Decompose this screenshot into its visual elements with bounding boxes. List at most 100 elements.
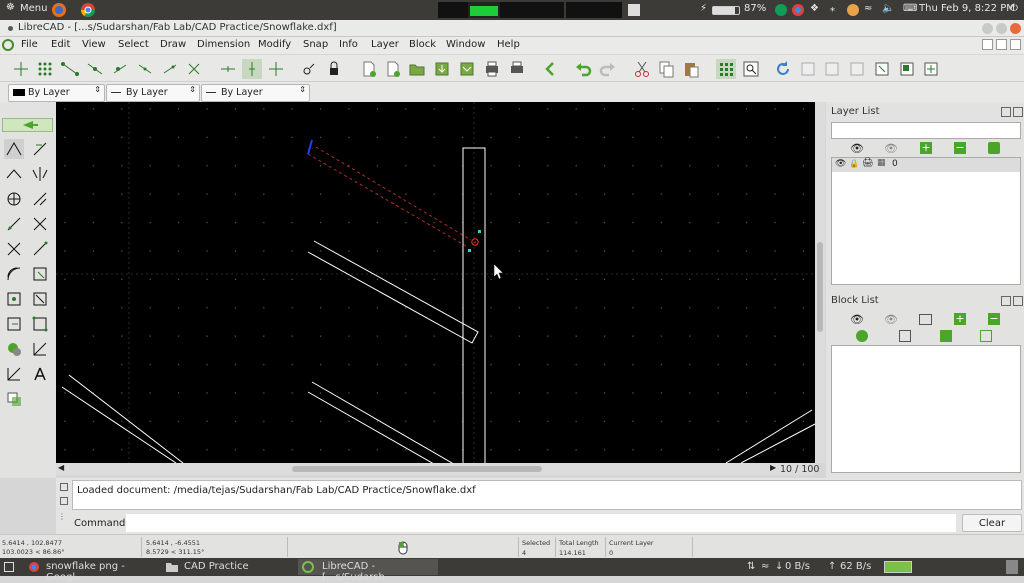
menu-help[interactable]: Help bbox=[497, 39, 520, 50]
paste-icon[interactable] bbox=[681, 59, 701, 79]
float-console-button[interactable] bbox=[60, 497, 68, 505]
snap-on-entity-icon[interactable] bbox=[85, 59, 105, 79]
menu-layer[interactable]: Layer bbox=[371, 39, 399, 50]
zoom-auto-icon[interactable] bbox=[847, 59, 867, 79]
set-relative-zero-icon[interactable] bbox=[299, 59, 319, 79]
drawing-svg[interactable] bbox=[56, 102, 815, 463]
offset-tool-icon[interactable] bbox=[4, 264, 24, 284]
menu-select[interactable]: Select bbox=[118, 39, 149, 50]
new-from-template-icon[interactable] bbox=[383, 59, 403, 79]
canvas-vertical-scrollbar[interactable] bbox=[815, 102, 825, 463]
menu-info[interactable]: Info bbox=[339, 39, 358, 50]
mdi-restore-button[interactable] bbox=[996, 39, 1007, 50]
menu-draw[interactable]: Draw bbox=[160, 39, 186, 50]
window-menu-dot-icon[interactable] bbox=[8, 26, 13, 31]
save-block-icon[interactable] bbox=[940, 330, 952, 342]
zoom-previous-icon[interactable] bbox=[872, 59, 892, 79]
menu-modify[interactable]: Modify bbox=[258, 39, 291, 50]
system-menu-label[interactable]: Menu bbox=[20, 3, 47, 14]
lock-relative-zero-icon[interactable] bbox=[324, 59, 344, 79]
close-console-button[interactable] bbox=[60, 483, 68, 491]
stretch-tool-icon[interactable] bbox=[30, 264, 50, 284]
menu-window[interactable]: Window bbox=[446, 39, 485, 50]
scroll-right-icon[interactable]: ▶ bbox=[770, 463, 776, 472]
wifi-icon[interactable]: ≈ bbox=[864, 3, 872, 14]
horizontal-scroll-thumb[interactable] bbox=[292, 466, 542, 472]
show-all-blocks-icon[interactable]: 👁 bbox=[850, 313, 864, 326]
zoom-pan-icon[interactable] bbox=[921, 59, 941, 79]
menu-block[interactable]: Block bbox=[409, 39, 436, 50]
tray-app-icon[interactable] bbox=[628, 4, 640, 16]
image-tool-icon[interactable] bbox=[4, 389, 24, 409]
menu-snap[interactable]: Snap bbox=[303, 39, 328, 50]
remove-block-icon[interactable]: − bbox=[988, 313, 1000, 325]
menu-file[interactable]: File bbox=[21, 39, 38, 50]
bevel-tool-icon[interactable] bbox=[4, 239, 24, 259]
task-folder-window[interactable]: CAD Practice bbox=[164, 559, 296, 575]
hide-all-layers-icon[interactable]: 👁 bbox=[884, 142, 898, 155]
edit-block-icon[interactable] bbox=[899, 330, 911, 342]
close-window-button[interactable] bbox=[1010, 23, 1021, 34]
trim-tool-icon[interactable] bbox=[4, 214, 24, 234]
move-tool-icon[interactable] bbox=[4, 189, 24, 209]
close-dock-button[interactable] bbox=[1013, 296, 1023, 306]
pen-linetype-select[interactable]: By Layer ⇕ bbox=[201, 84, 310, 102]
zoom-out-icon[interactable] bbox=[822, 59, 842, 79]
menu-dimension[interactable]: Dimension bbox=[197, 39, 250, 50]
power-icon[interactable]: ⏻ bbox=[1010, 3, 1018, 14]
dropbox-icon[interactable]: ❖ bbox=[810, 3, 819, 14]
edit-layer-icon[interactable] bbox=[988, 142, 1000, 154]
back-chevron-icon[interactable] bbox=[540, 59, 560, 79]
polyline-tool-icon[interactable] bbox=[30, 339, 50, 359]
layer-visible-icon[interactable]: 👁 bbox=[835, 159, 846, 169]
redo-icon[interactable] bbox=[598, 59, 618, 79]
rectangle-tool-icon[interactable] bbox=[4, 289, 24, 309]
print-preview-icon[interactable] bbox=[507, 59, 527, 79]
toggle-grid-icon[interactable] bbox=[716, 59, 736, 79]
mirror-tool-icon[interactable] bbox=[30, 164, 50, 184]
vertical-scroll-thumb[interactable] bbox=[817, 242, 823, 332]
snap-middle-icon[interactable] bbox=[135, 59, 155, 79]
mdi-close-button[interactable] bbox=[1010, 39, 1021, 50]
layer-lock-icon[interactable]: 🔒 bbox=[849, 159, 859, 168]
menu-view[interactable]: View bbox=[82, 39, 106, 50]
snap-intersection-icon[interactable] bbox=[184, 59, 204, 79]
remove-layer-icon[interactable]: − bbox=[954, 142, 966, 154]
new-document-icon[interactable] bbox=[359, 59, 379, 79]
drawing-canvas[interactable] bbox=[56, 102, 815, 463]
copy-icon[interactable] bbox=[656, 59, 676, 79]
open-folder-icon[interactable] bbox=[407, 59, 427, 79]
snap-center-icon[interactable] bbox=[110, 59, 130, 79]
window-titlebar[interactable]: LibreCAD - [...s/Sudarshan/Fab Lab/CAD P… bbox=[0, 20, 1024, 37]
arc-tool-icon[interactable] bbox=[30, 139, 50, 159]
pen-width-select[interactable]: By Layer ⇕ bbox=[106, 84, 200, 102]
menu-icon[interactable]: ☸ bbox=[6, 2, 15, 13]
snap-distance-icon[interactable] bbox=[160, 59, 180, 79]
layer-row[interactable]: 👁 🔒 🖨 ▦ 0 bbox=[832, 158, 1020, 172]
grip-point[interactable] bbox=[478, 230, 481, 233]
create-block-icon[interactable] bbox=[919, 314, 932, 325]
snap-endpoint-icon[interactable] bbox=[60, 59, 80, 79]
zoom-in-icon[interactable] bbox=[798, 59, 818, 79]
block-list[interactable] bbox=[831, 345, 1021, 473]
save-as-icon[interactable] bbox=[457, 59, 477, 79]
hide-all-blocks-icon[interactable]: 👁 bbox=[884, 313, 898, 326]
close-dock-button[interactable] bbox=[1013, 107, 1023, 117]
user-status-icon[interactable] bbox=[846, 3, 860, 17]
task-librecad-window[interactable]: LibreCAD - [...s/Sudarsh... bbox=[298, 559, 438, 583]
layer-filter-input[interactable] bbox=[831, 122, 1021, 139]
float-dock-button[interactable] bbox=[1001, 296, 1011, 306]
extend-tool-icon[interactable] bbox=[30, 239, 50, 259]
chrome-tray-icon[interactable] bbox=[791, 3, 805, 17]
clear-button[interactable]: Clear bbox=[962, 514, 1022, 532]
restrict-horizontal-icon[interactable] bbox=[218, 59, 238, 79]
volume-icon[interactable]: 🔈 bbox=[882, 3, 894, 14]
scroll-left-icon[interactable]: ◀ bbox=[58, 463, 64, 472]
save-icon[interactable] bbox=[432, 59, 452, 79]
workspace-switcher[interactable] bbox=[884, 561, 912, 573]
line-tool-icon[interactable] bbox=[4, 139, 24, 159]
float-dock-button[interactable] bbox=[1001, 107, 1011, 117]
zoom-window-icon[interactable] bbox=[897, 59, 917, 79]
command-input[interactable] bbox=[126, 514, 956, 532]
dimension-tool-icon[interactable] bbox=[4, 364, 24, 384]
